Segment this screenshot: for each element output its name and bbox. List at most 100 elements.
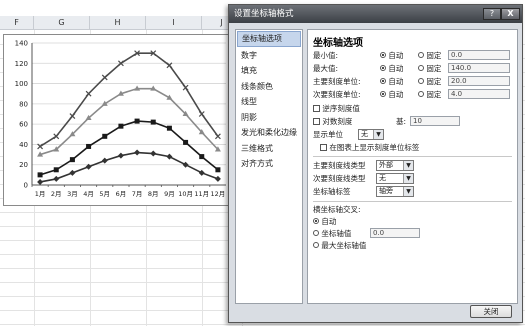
major-auto-radio[interactable] xyxy=(380,78,386,84)
display-units-select[interactable]: 无 ▼ xyxy=(358,129,384,140)
data-point-diamond xyxy=(182,161,189,168)
max-fixed-radio[interactable] xyxy=(418,65,424,71)
major-mark-select[interactable]: 外部 ▼ xyxy=(376,160,414,171)
major-fixed-option[interactable]: 固定 xyxy=(418,76,441,87)
nav-item-shadow[interactable]: 阴影 xyxy=(236,110,302,126)
column-header-f[interactable]: F xyxy=(0,16,34,30)
panel-heading: 坐标轴选项 xyxy=(313,38,363,49)
show-units-checkbox[interactable] xyxy=(320,143,327,151)
major-unit-row: 主要刻度单位: xyxy=(313,76,361,87)
max-auto-radio[interactable] xyxy=(380,65,386,71)
cross-value-radio[interactable] xyxy=(313,230,319,236)
close-button[interactable]: 关闭 xyxy=(470,305,512,318)
data-point-diamond xyxy=(101,157,108,164)
x-tick-label: 11月 xyxy=(194,190,209,198)
minor-unit-row: 次要刻度单位: xyxy=(313,89,361,100)
nav-item-fill[interactable]: 填充 xyxy=(236,63,302,79)
min-fixed-radio[interactable] xyxy=(418,52,424,58)
data-point-square xyxy=(37,172,43,178)
data-point-diamond xyxy=(214,175,221,182)
axis-labels-select[interactable]: 轴旁 ▼ xyxy=(376,186,414,197)
x-tick-label: 6月 xyxy=(116,190,127,198)
minor-fixed-option[interactable]: 固定 xyxy=(418,89,441,100)
minor-auto-option[interactable]: 自动 xyxy=(380,89,403,100)
minor-mark-select[interactable]: 无 ▼ xyxy=(376,173,414,184)
close-icon[interactable]: X xyxy=(501,8,520,20)
show-units-label: 在图表上显示刻度单位标签 xyxy=(329,143,420,152)
nav-item-alignment[interactable]: 对齐方式 xyxy=(236,156,302,172)
cross-value-field[interactable]: 0.0 xyxy=(370,228,420,238)
nav-item-number[interactable]: 数字 xyxy=(236,48,302,64)
nav-item-line-color[interactable]: 线条颜色 xyxy=(236,79,302,95)
chevron-down-icon: ▼ xyxy=(403,161,413,170)
minor-fixed-radio[interactable] xyxy=(418,91,424,97)
minor-unit-field[interactable]: 4.0 xyxy=(448,89,510,99)
data-point-x xyxy=(53,133,60,140)
data-point-square xyxy=(183,139,189,145)
y-tick-label: 40 xyxy=(19,141,28,149)
data-point-diamond xyxy=(69,169,76,176)
log-label: 对数刻度 xyxy=(322,117,353,126)
log-option[interactable]: 对数刻度 xyxy=(313,116,352,127)
axis-labels-value: 轴旁 xyxy=(379,187,393,195)
max-row: 最大值: xyxy=(313,63,338,74)
log-base-field[interactable]: 10 xyxy=(410,116,460,126)
data-point-square xyxy=(53,167,59,173)
min-value-field[interactable]: 0.0 xyxy=(448,50,510,60)
cross-auto-option[interactable]: 自动 xyxy=(313,216,336,227)
show-units-option[interactable]: 在图表上显示刻度单位标签 xyxy=(320,142,419,153)
min-auto-radio[interactable] xyxy=(380,52,386,58)
chevron-down-icon: ▼ xyxy=(403,174,413,183)
display-units-value: 无 xyxy=(361,130,368,138)
nav-item-3d-format[interactable]: 三维格式 xyxy=(236,141,302,157)
cross-max-radio[interactable] xyxy=(313,242,319,248)
category-nav: 坐标轴选项 数字 填充 线条颜色 线型 阴影 发光和柔化边缘 三维格式 对齐方式 xyxy=(235,29,303,304)
reverse-checkbox[interactable] xyxy=(313,104,320,112)
column-header-g[interactable]: G xyxy=(34,16,90,30)
major-fixed-radio[interactable] xyxy=(418,78,424,84)
max-fixed-option[interactable]: 固定 xyxy=(418,63,441,74)
major-auto-option[interactable]: 自动 xyxy=(380,76,403,87)
x-tick-label: 3月 xyxy=(67,190,78,198)
x-tick-label: 10月 xyxy=(178,190,193,198)
major-unit-field[interactable]: 20.0 xyxy=(448,76,510,86)
x-tick-label: 2月 xyxy=(51,190,62,198)
cross-max-option[interactable]: 最大坐标轴值 xyxy=(313,240,366,251)
min-auto-option[interactable]: 自动 xyxy=(380,50,403,61)
nav-item-line-style[interactable]: 线型 xyxy=(236,94,302,110)
max-auto-label: 自动 xyxy=(388,64,404,73)
cross-value-option[interactable]: 坐标轴值 xyxy=(313,228,351,239)
major-auto-label: 自动 xyxy=(388,77,404,86)
divider xyxy=(313,201,512,202)
minor-auto-radio[interactable] xyxy=(380,91,386,97)
cross-heading: 横坐标轴交叉: xyxy=(313,205,361,214)
data-point-diamond xyxy=(150,150,157,157)
x-tick-label: 9月 xyxy=(164,190,175,198)
max-value-field[interactable]: 140.0 xyxy=(448,63,510,73)
x-tick-label: 4月 xyxy=(83,190,94,198)
column-header-h[interactable]: H xyxy=(90,16,146,30)
min-fixed-option[interactable]: 固定 xyxy=(418,50,441,61)
nav-item-glow[interactable]: 发光和柔化边缘 xyxy=(236,125,302,141)
minor-mark-value: 无 xyxy=(379,174,386,182)
axis-labels-label: 坐标轴标签 xyxy=(313,187,351,196)
major-mark-label: 主要刻度线类型 xyxy=(313,161,366,170)
column-header-i[interactable]: I xyxy=(146,16,202,30)
data-point-diamond xyxy=(198,169,205,176)
axis-options-panel: 坐标轴选项 最小值: 自动 固定 0.0 最大值: 自动 固定 140.0 主要… xyxy=(307,29,518,304)
format-axis-dialog: 设置坐标轴格式 ? X 坐标轴选项 数字 填充 线条颜色 线型 阴影 发光和柔化… xyxy=(228,4,523,323)
cross-auto-radio[interactable] xyxy=(313,218,319,224)
y-tick-label: 80 xyxy=(19,100,28,108)
reverse-option[interactable]: 逆序刻度值 xyxy=(313,103,360,114)
cross-auto-label: 自动 xyxy=(321,217,337,226)
data-point-square xyxy=(215,167,221,173)
line-chart[interactable]: 0 20 40 60 80 100 120 140 1月 2月 3月 4月 5月 6月 7月 8月 9月 10月 1… xyxy=(3,34,235,206)
help-button[interactable]: ? xyxy=(483,8,501,20)
y-tick-label: 120 xyxy=(15,60,28,68)
max-auto-option[interactable]: 自动 xyxy=(380,63,403,74)
data-point-square xyxy=(86,143,92,149)
dialog-title-bar[interactable]: 设置坐标轴格式 ? X xyxy=(229,5,522,23)
nav-item-axis-options[interactable]: 坐标轴选项 xyxy=(237,31,301,47)
log-checkbox[interactable] xyxy=(313,117,320,125)
cross-value-label: 坐标轴值 xyxy=(321,229,352,238)
